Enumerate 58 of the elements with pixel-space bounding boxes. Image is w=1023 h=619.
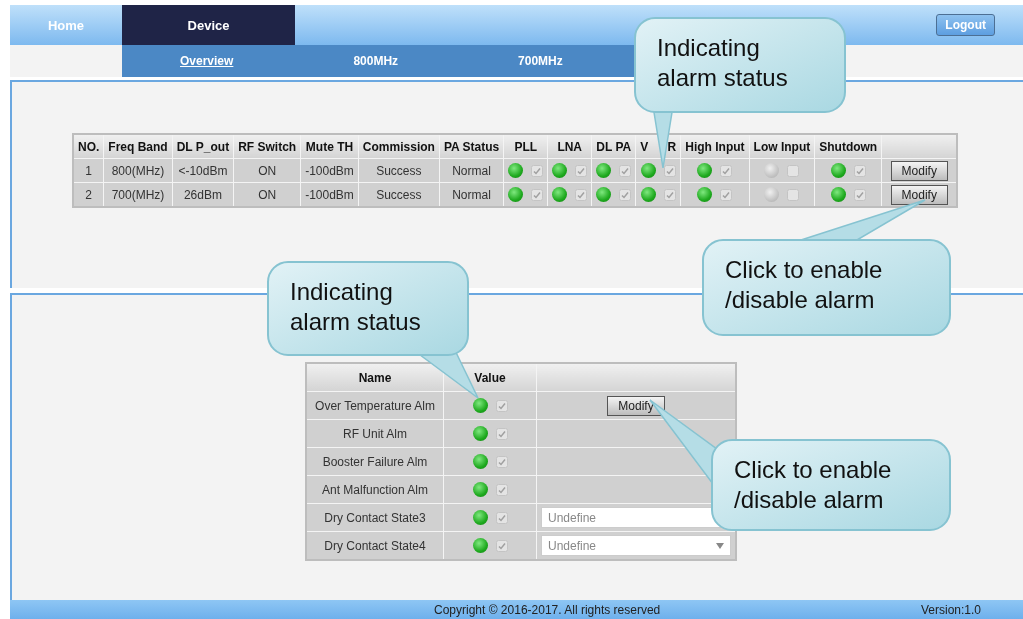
column-header: Shutdown	[814, 134, 882, 159]
column-header: High Input	[680, 134, 750, 159]
checkbox[interactable]	[531, 164, 544, 177]
caret-icon	[716, 542, 724, 549]
column-header: RF Switch	[233, 134, 301, 159]
checkbox[interactable]	[663, 164, 676, 177]
copyright-text: Copyright © 2016-2017. All rights reserved	[434, 602, 661, 617]
modify-button[interactable]: Modify	[607, 395, 665, 416]
table-cell: 800(MHz)	[103, 158, 173, 183]
modify-button[interactable]: Modify	[890, 160, 948, 181]
checkbox[interactable]	[853, 188, 866, 201]
subnav-tab[interactable]: 700MHz	[518, 54, 563, 68]
dropdown-field[interactable]: Undefine	[541, 535, 731, 556]
checkbox[interactable]	[720, 164, 733, 177]
column-header: PLL	[503, 134, 548, 159]
table-cell: -100dBm	[300, 158, 359, 183]
table-cell: <-10dBm	[172, 158, 234, 183]
checkbox[interactable]	[531, 188, 544, 201]
checkbox[interactable]	[663, 188, 676, 201]
column-header: NO.	[73, 134, 104, 159]
table-cell: ON	[233, 158, 301, 183]
column-header: Name	[306, 363, 444, 392]
column-header: LNA	[547, 134, 592, 159]
column-header: Commission	[358, 134, 440, 159]
table-cell: Normal	[439, 158, 504, 183]
table-cell: RF Unit Alm	[306, 419, 444, 448]
column-header: DL PA	[591, 134, 636, 159]
column-header: Freq Band	[103, 134, 173, 159]
version-text: Version:1.0	[920, 602, 981, 617]
table-cell: Success	[358, 158, 440, 183]
checkbox[interactable]	[495, 427, 508, 440]
checkbox[interactable]	[575, 188, 588, 201]
nav-tab[interactable]: Device	[122, 5, 295, 45]
table-cell: Dry Contact State3	[306, 503, 444, 532]
checkbox[interactable]	[495, 455, 508, 468]
subnav-tab[interactable]: 800MHz	[353, 54, 399, 68]
column-header: PA Status	[439, 134, 504, 159]
table-cell: Ant Malfunction Alm	[306, 475, 444, 504]
checkbox[interactable]	[495, 483, 508, 496]
checkbox[interactable]	[495, 399, 508, 412]
checkbox[interactable]	[575, 164, 588, 177]
column-header: Mute TH	[300, 134, 359, 159]
logout-button[interactable]: Logout	[936, 14, 995, 36]
table-cell: Booster Failure Alm	[306, 447, 444, 476]
checkbox[interactable]	[495, 539, 508, 552]
checkbox[interactable]	[853, 164, 866, 177]
checkbox[interactable]	[720, 188, 733, 201]
checkbox[interactable]	[787, 164, 800, 177]
column-header: Low Input	[749, 134, 815, 159]
checkbox[interactable]	[495, 511, 508, 524]
column-header: DL P_out	[172, 134, 234, 159]
table-cell: Over Temperature Alm	[306, 391, 444, 420]
checkbox[interactable]	[787, 188, 800, 201]
modify-button[interactable]: Modify	[890, 184, 948, 205]
table-cell: 1	[73, 158, 104, 183]
checkbox[interactable]	[619, 188, 632, 201]
subnav-tab[interactable]: Overview	[180, 54, 234, 68]
checkbox[interactable]	[619, 164, 632, 177]
